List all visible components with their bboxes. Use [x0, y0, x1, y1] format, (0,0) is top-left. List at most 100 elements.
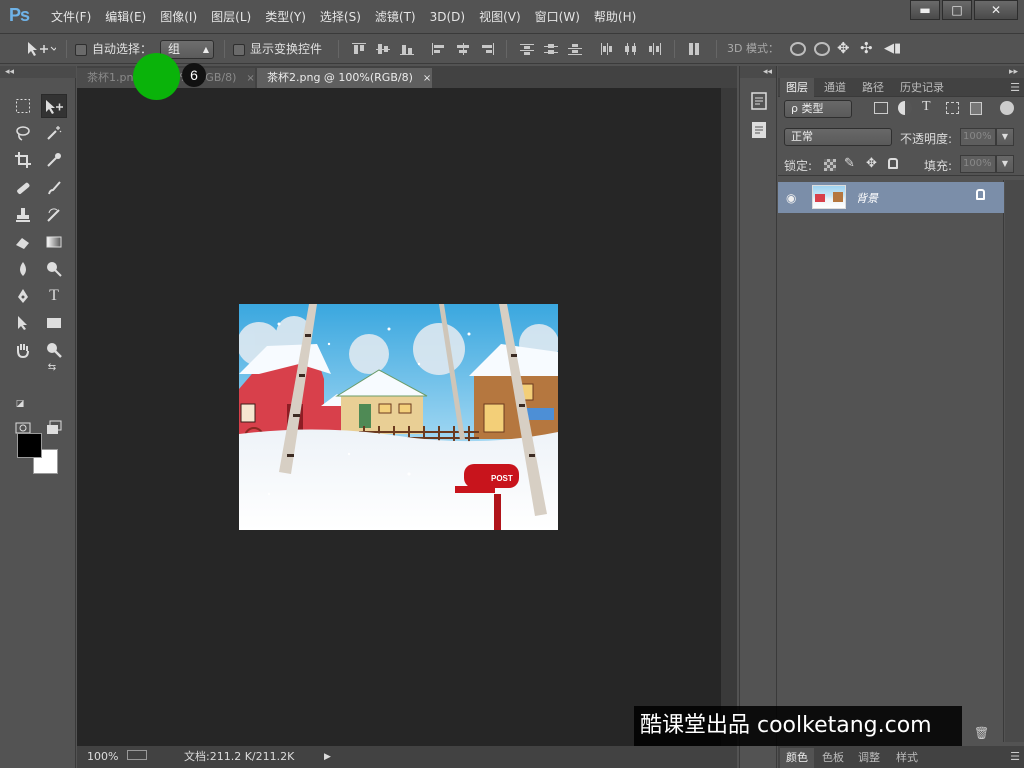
- tab-document-2[interactable]: 茶杯2.png @ 100%(RGB/8) ×: [257, 68, 432, 88]
- maximize-button[interactable]: □: [942, 0, 972, 20]
- 3d-drag-icon[interactable]: ✥: [837, 39, 850, 57]
- layers-scrollbar[interactable]: [1005, 180, 1024, 742]
- lock-position-icon[interactable]: ✥: [866, 156, 877, 171]
- status-menu-arrow-icon[interactable]: ▶: [324, 748, 331, 766]
- dock-collapse-icon[interactable]: ◂◂: [740, 66, 776, 78]
- auto-align-icon[interactable]: [688, 43, 702, 55]
- distribute-hcenter-icon[interactable]: [624, 43, 638, 55]
- menu-3d[interactable]: 3D(D): [423, 9, 472, 25]
- eyedropper-tool-icon[interactable]: [41, 148, 67, 172]
- type-tool-icon[interactable]: T: [41, 284, 67, 308]
- distribute-left-icon[interactable]: [600, 43, 614, 55]
- tab-channels[interactable]: 通道: [818, 78, 852, 97]
- 3d-rotate-icon[interactable]: [790, 42, 806, 56]
- filter-pixel-icon[interactable]: [874, 102, 888, 114]
- zoom-level[interactable]: 100%: [87, 748, 118, 766]
- foreground-color-swatch[interactable]: [17, 433, 42, 458]
- menu-type[interactable]: 类型(Y): [258, 9, 313, 25]
- auto-select-checkbox[interactable]: 自动选择：: [75, 40, 152, 58]
- opacity-input[interactable]: 100%: [960, 128, 996, 146]
- tab-history[interactable]: 历史记录: [894, 78, 950, 97]
- history-brush-tool-icon[interactable]: [41, 203, 67, 227]
- filter-type-icon[interactable]: T: [922, 99, 931, 115]
- dodge-tool-icon[interactable]: [41, 257, 67, 281]
- canvas-vertical-scrollbar[interactable]: [721, 88, 737, 746]
- delete-layer-icon[interactable]: 🗑: [974, 726, 989, 740]
- lock-all-icon[interactable]: [888, 158, 898, 169]
- menu-window[interactable]: 窗口(W): [528, 9, 587, 25]
- menu-select[interactable]: 选择(S): [313, 9, 368, 25]
- pen-tool-icon[interactable]: [10, 284, 36, 308]
- filter-toggle-icon[interactable]: [1000, 101, 1014, 115]
- menu-help[interactable]: 帮助(H): [587, 9, 643, 25]
- swap-colors-icon[interactable]: ⇆: [44, 360, 60, 376]
- filter-smart-object-icon[interactable]: [970, 102, 982, 115]
- distribute-bottom-icon[interactable]: [568, 43, 582, 55]
- 3d-scale-icon[interactable]: ◀▮: [884, 40, 901, 58]
- layer-name[interactable]: 背景: [856, 190, 878, 206]
- align-right-icon[interactable]: [480, 43, 494, 55]
- layer-visibility-eye-icon[interactable]: ◉: [786, 191, 802, 205]
- tab-close-icon[interactable]: ×: [423, 73, 431, 84]
- fill-dropdown-icon[interactable]: ▼: [996, 155, 1014, 173]
- blend-mode-select[interactable]: 正常: [784, 128, 892, 146]
- show-transform-checkbox[interactable]: 显示变换控件: [233, 40, 322, 58]
- distribute-right-icon[interactable]: [648, 43, 662, 55]
- menu-view[interactable]: 视图(V): [472, 9, 528, 25]
- tab-layers[interactable]: 图层: [780, 78, 814, 97]
- zoom-tool-icon[interactable]: [41, 338, 67, 362]
- toolbox-collapse-icon[interactable]: ◂◂: [0, 66, 76, 78]
- paragraph-panel-icon[interactable]: [746, 119, 772, 143]
- menu-edit[interactable]: 编辑(E): [98, 9, 153, 25]
- align-vcenter-icon[interactable]: [376, 43, 390, 55]
- minimize-button[interactable]: ▬: [910, 0, 940, 20]
- filter-adjustment-icon[interactable]: [898, 101, 912, 115]
- move-tool-icon[interactable]: [41, 94, 67, 118]
- menu-image[interactable]: 图像(I): [153, 9, 204, 25]
- screen-mode-icon[interactable]: [41, 416, 67, 440]
- tab-color[interactable]: 颜色: [780, 748, 814, 768]
- tab-close-icon[interactable]: ×: [246, 73, 254, 84]
- align-left-icon[interactable]: [432, 43, 446, 55]
- canvas-image[interactable]: POST: [239, 304, 558, 530]
- close-button[interactable]: ✕: [974, 0, 1018, 20]
- align-hcenter-icon[interactable]: [456, 43, 470, 55]
- move-tool-preset-icon[interactable]: [26, 41, 58, 59]
- filter-shape-icon[interactable]: [946, 102, 959, 114]
- navigator-icon[interactable]: [127, 750, 147, 760]
- tab-paths[interactable]: 路径: [856, 78, 890, 97]
- tab-adjustments[interactable]: 调整: [852, 748, 886, 768]
- path-selection-tool-icon[interactable]: [10, 311, 36, 335]
- gradient-tool-icon[interactable]: [41, 230, 67, 254]
- tab-swatches[interactable]: 色板: [816, 748, 850, 768]
- layer-row-background[interactable]: ◉ 背景: [778, 182, 1004, 213]
- healing-brush-tool-icon[interactable]: [10, 176, 36, 200]
- menu-filter[interactable]: 滤镜(T): [368, 9, 423, 25]
- lock-pixels-icon[interactable]: ✎: [844, 156, 855, 171]
- menu-file[interactable]: 文件(F): [44, 9, 98, 25]
- magic-wand-tool-icon[interactable]: [41, 121, 67, 145]
- 3d-slide-icon[interactable]: ✣: [860, 39, 873, 57]
- properties-panel-icon[interactable]: [746, 90, 772, 114]
- rectangular-marquee-tool-icon[interactable]: [10, 94, 36, 118]
- crop-tool-icon[interactable]: [10, 148, 36, 172]
- clone-stamp-tool-icon[interactable]: [10, 203, 36, 227]
- bottom-panel-menu-icon[interactable]: ☰: [1010, 750, 1020, 763]
- 3d-roll-icon[interactable]: [814, 42, 830, 56]
- panel-menu-icon[interactable]: ☰: [1010, 81, 1020, 94]
- canvas-area[interactable]: POST: [77, 88, 721, 746]
- tab-styles[interactable]: 样式: [890, 748, 924, 768]
- distribute-top-icon[interactable]: [520, 43, 534, 55]
- layer-filter-select[interactable]: ρ 类型: [784, 100, 852, 118]
- default-colors-icon[interactable]: ◪: [12, 396, 28, 412]
- panel-collapse-icon[interactable]: ▸▸: [1009, 66, 1018, 78]
- rectangle-shape-tool-icon[interactable]: [41, 311, 67, 335]
- brush-tool-icon[interactable]: [41, 176, 67, 200]
- align-bottom-icon[interactable]: [400, 43, 414, 55]
- fill-input[interactable]: 100%: [960, 155, 996, 173]
- opacity-dropdown-icon[interactable]: ▼: [996, 128, 1014, 146]
- lasso-tool-icon[interactable]: [10, 121, 36, 145]
- align-top-icon[interactable]: [352, 43, 366, 55]
- hand-tool-icon[interactable]: [10, 338, 36, 362]
- lock-transparent-icon[interactable]: [824, 159, 836, 171]
